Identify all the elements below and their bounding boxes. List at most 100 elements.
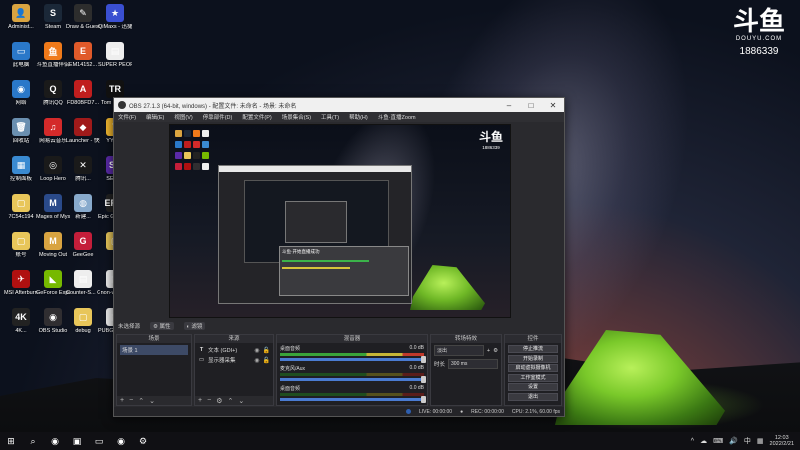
obs-preview[interactable]: 斗鱼 1886339 斗鱼·开始直播成功 — [169, 124, 511, 318]
desktop-shortcut-label: 斗鱼直播伴侣 — [36, 62, 70, 68]
desktop-shortcut[interactable]: M Moving Out — [36, 232, 70, 258]
desktop-shortcut[interactable]: ▤ Counter-S... Global Off... — [66, 270, 100, 296]
desktop-shortcut[interactable]: ▦ 控制面板 — [4, 156, 38, 182]
obs-titlebar[interactable]: OBS 27.1.3 (64-bit, windows) - 配置文件: 未命名… — [114, 98, 564, 112]
properties-button[interactable]: ⚙ 属性 — [150, 322, 174, 330]
douyu-logo: 斗鱼 — [732, 7, 785, 37]
scene-item[interactable]: 场景 1 — [120, 345, 188, 355]
tray-icon[interactable]: ☁ — [700, 437, 707, 445]
file-explorer-icon[interactable]: ▭ — [94, 436, 104, 446]
close-icon[interactable]: ✕ — [542, 101, 564, 110]
desktop-shortcut[interactable]: ★ QiMaxs - 迅捷方式 — [98, 4, 132, 30]
tray-icon[interactable]: 🔊 — [729, 437, 738, 445]
control-button[interactable]: 设置 — [508, 383, 558, 391]
desktop-shortcut[interactable]: 👤 Administ... — [4, 4, 38, 30]
desktop-shortcut[interactable]: Q 腾讯QQ — [36, 80, 70, 106]
volume-slider[interactable] — [280, 356, 426, 363]
filters-button[interactable]: ◐ 滤镜 — [183, 322, 206, 330]
desktop-shortcut[interactable]: ✎ Draw & Guess — [66, 4, 100, 30]
source-item-text[interactable]: T 文本 (GDI+) ◉ 🔓 — [198, 345, 270, 355]
settings-icon[interactable]: ⚙ — [138, 436, 148, 446]
obs-taskbar-icon[interactable]: ◉ — [116, 436, 126, 446]
desktop-shortcut[interactable]: ▭ 此电脑 — [4, 42, 38, 68]
obs-window[interactable]: OBS 27.1.3 (64-bit, windows) - 配置文件: 未命名… — [113, 97, 565, 417]
task-view-icon[interactable]: ▣ — [72, 436, 82, 446]
duration-input[interactable]: 300 ms — [448, 359, 498, 369]
menu-item[interactable]: 斗鱼·直播Zoom — [378, 113, 416, 121]
tray-icon[interactable]: ⌨ — [713, 437, 723, 445]
desktop-shortcut[interactable]: ▢ 7C54c194 — [4, 194, 38, 220]
app-icon: E — [74, 42, 92, 60]
minimize-icon[interactable]: – — [498, 101, 520, 110]
gear-icon[interactable]: ⚙ — [493, 348, 498, 354]
desktop-shortcut[interactable]: ✈ MSI Afterburner — [4, 270, 38, 296]
tray-icon[interactable]: ^ — [691, 438, 694, 445]
desktop-shortcut[interactable]: 4K 4K... — [4, 308, 38, 334]
desktop-shortcut[interactable]: ▢ debug — [66, 308, 100, 334]
menu-item[interactable]: 帮助(H) — [349, 113, 368, 121]
add-transition-icon[interactable]: + — [487, 348, 490, 354]
move-down-icon[interactable]: ⌄ — [149, 397, 155, 405]
search-icon[interactable]: ⌕ — [28, 436, 38, 446]
tray-icon[interactable]: 中 — [744, 436, 751, 446]
start-icon[interactable]: ⊞ — [6, 436, 16, 446]
control-button[interactable]: 工作室模式 — [508, 373, 558, 382]
desktop-shortcut[interactable]: ♫ 网易云音乐 — [36, 118, 70, 144]
desktop-shortcut[interactable]: A FD80BFD7... — [66, 80, 100, 106]
move-up-icon[interactable]: ⌃ — [138, 397, 144, 405]
control-button[interactable]: 退出 — [508, 392, 558, 401]
menu-item[interactable]: 停靠部件(D) — [203, 113, 233, 121]
add-scene-icon[interactable]: + — [120, 397, 124, 404]
volume-slider[interactable] — [280, 376, 426, 383]
preview-nested-obs: 斗鱼·开始直播成功 — [218, 165, 412, 304]
tray-icon[interactable]: ▦ — [757, 437, 764, 445]
add-source-icon[interactable]: + — [198, 397, 202, 404]
lock-icon[interactable]: 🔓 — [263, 357, 270, 364]
eye-icon[interactable]: ◉ — [254, 347, 259, 354]
desktop-shortcut[interactable]: S Steam — [36, 4, 70, 30]
desktop-shortcut[interactable]: ◎ Loop Hero — [36, 156, 70, 182]
mixer-track: 桌面音频 0.0 dB — [280, 385, 426, 403]
cortana-icon[interactable]: ◉ — [50, 436, 60, 446]
volume-slider[interactable] — [280, 396, 426, 403]
lock-icon[interactable]: 🔓 — [263, 347, 270, 354]
control-button[interactable]: 停止推流 — [508, 345, 558, 353]
desktop-shortcut[interactable]: ▢ 账号 — [4, 232, 38, 258]
desktop-shortcut[interactable]: 🗑 回收站 — [4, 118, 38, 144]
douyu-watermark: 斗鱼 DOUYU.COM 1886339 — [728, 8, 790, 57]
menu-item[interactable]: 视图(V) — [174, 113, 192, 121]
maximize-icon[interactable]: □ — [520, 101, 542, 110]
track-db: 0.0 dB — [409, 345, 424, 351]
desktop-shortcut[interactable]: ◉ OBS Studio — [36, 308, 70, 334]
desktop-shortcut[interactable]: G GeeGee — [66, 232, 100, 258]
menu-item[interactable]: 编辑(E) — [146, 113, 164, 121]
menu-item[interactable]: 工具(T) — [321, 113, 339, 121]
desktop-shortcut[interactable]: E EM14152... — [66, 42, 100, 68]
desktop-shortcut-label: GeForce Experience — [36, 290, 70, 296]
remove-source-icon[interactable]: − — [207, 397, 211, 404]
volume-meter — [280, 373, 424, 376]
transition-select[interactable]: 淡出 — [434, 345, 484, 356]
remove-scene-icon[interactable]: − — [129, 397, 133, 404]
menu-item[interactable]: 配置文件(P) — [242, 113, 271, 121]
desktop-shortcut[interactable]: ◣ GeForce Experience — [36, 270, 70, 296]
move-up-icon[interactable]: ⌃ — [227, 397, 233, 405]
control-button[interactable]: 启动虚拟摄像机 — [508, 364, 558, 372]
source-item-display[interactable]: ▭ 显示器采集 ◉ 🔓 — [198, 355, 270, 365]
eye-icon[interactable]: ◉ — [254, 357, 259, 364]
app-icon: ▢ — [74, 308, 92, 326]
desktop-shortcut[interactable]: M Mages of Mystralia — [36, 194, 70, 220]
control-button[interactable]: 开始录制 — [508, 354, 558, 363]
desktop-shortcut[interactable]: ✕ 腾讯... — [66, 156, 100, 182]
gear-icon[interactable]: ⚙ — [216, 397, 222, 405]
taskbar-clock[interactable]: 12:03 2022/2/21 — [770, 435, 794, 447]
desktop-shortcut[interactable]: ◍ 新建... — [66, 194, 100, 220]
desktop-shortcut[interactable]: ▤ SUPER PEOPLE CBT — [98, 42, 132, 68]
desktop-shortcut[interactable]: ◆ Launcher - 快捷方式 — [66, 118, 100, 144]
menu-item[interactable]: 文件(F) — [118, 113, 136, 121]
move-down-icon[interactable]: ⌄ — [238, 397, 244, 405]
desktop-shortcut[interactable]: ◉ 网络 — [4, 80, 38, 106]
desktop-shortcut[interactable]: 鱼斗鱼直播伴侣 — [36, 42, 70, 68]
app-icon: 👤 — [12, 4, 30, 22]
menu-item[interactable]: 场景集合(S) — [282, 113, 311, 121]
